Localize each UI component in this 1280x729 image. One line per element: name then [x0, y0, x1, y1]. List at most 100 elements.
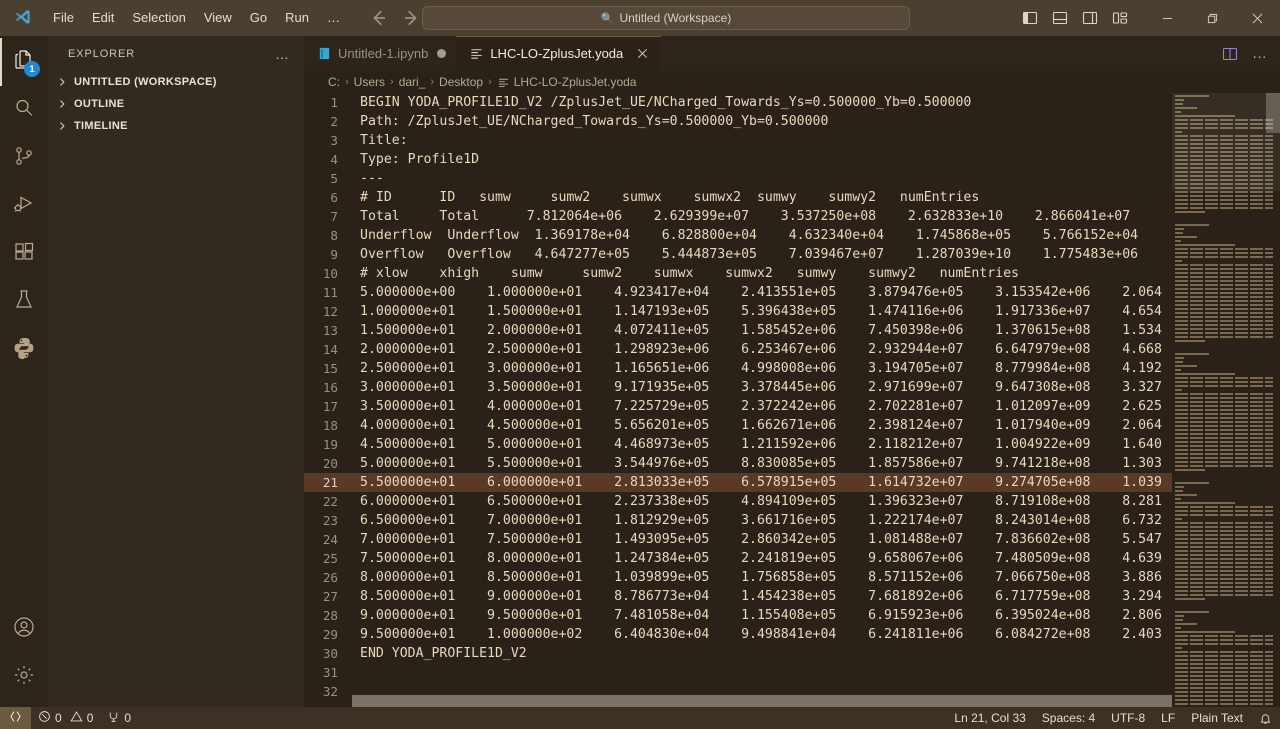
code-line[interactable]: 29 9.500000e+01 1.000000e+02 6.404830e+04… [304, 625, 1172, 644]
minimap-row [1172, 268, 1280, 271]
code-line[interactable]: 27 8.500000e+01 9.000000e+01 8.786773e+04… [304, 587, 1172, 606]
menu-edit[interactable]: Edit [83, 5, 123, 31]
code-line[interactable]: 2 Path: /ZplusJet_UE/NCharged_Towards_Ys=… [304, 112, 1172, 131]
menu-more[interactable]: … [318, 5, 349, 31]
status-cursor-position[interactable]: Ln 21, Col 33 [946, 707, 1033, 729]
horizontal-scrollbar[interactable] [304, 695, 1172, 707]
code-line[interactable]: 20 5.000000e+01 5.500000e+01 3.544976e+05… [304, 454, 1172, 473]
activitybar-item-testing[interactable] [0, 278, 48, 326]
minimap-row [1172, 441, 1280, 444]
code-line[interactable]: 8 Underflow Underflow 1.369178e+04 6.8288… [304, 226, 1172, 245]
code-line[interactable]: 7 Total Total 7.812064e+06 2.629399e+07 3… [304, 207, 1172, 226]
activitybar-item-accounts[interactable] [0, 605, 48, 653]
menu-view[interactable]: View [195, 5, 241, 31]
activitybar-item-search[interactable] [0, 86, 48, 134]
code-line[interactable]: 9 Overflow Overflow 4.647277e+05 5.444873… [304, 245, 1172, 264]
sidebar-item-untitled-workspace[interactable]: UNTITLED (WORKSPACE) [48, 71, 304, 93]
menu-file[interactable]: File [44, 5, 83, 31]
code-line[interactable]: 4 Type: Profile1D [304, 150, 1172, 169]
editor-group: Untitled-1.ipynb LHC-LO-ZplusJet.yoda … … [304, 36, 1280, 707]
code-line[interactable]: 25 7.500000e+01 8.000000e+01 1.247384e+05… [304, 549, 1172, 568]
activitybar-item-extensions[interactable] [0, 230, 48, 278]
remote-window-button[interactable] [0, 707, 31, 729]
code-editor[interactable]: 1 BEGIN YODA_PROFILE1D_V2 /ZplusJet_UE/NC… [304, 93, 1280, 707]
activitybar-item-explorer[interactable]: 1 [0, 38, 48, 86]
status-language-mode[interactable]: Plain Text [1183, 707, 1251, 729]
breadcrumb-item-file[interactable]: LHC-LO-ZplusJet.yoda [497, 75, 636, 89]
bell-icon[interactable] [1251, 707, 1280, 729]
close-icon[interactable] [1235, 0, 1280, 36]
code-line[interactable]: 16 3.000000e+01 3.500000e+01 9.171935e+05… [304, 378, 1172, 397]
minimap-row [1172, 465, 1280, 468]
minimize-icon[interactable] [1145, 0, 1190, 36]
code-line[interactable]: 28 9.000000e+01 9.500000e+01 7.481058e+04… [304, 606, 1172, 625]
vertical-scrollbar-thumb[interactable] [1266, 93, 1280, 133]
status-problems[interactable]: 0 0 [31, 707, 100, 729]
tab-untitled-1-ipynb[interactable]: Untitled-1.ipynb [304, 36, 457, 71]
activitybar-item-run-and-debug[interactable] [0, 182, 48, 230]
activitybar-item-source-control[interactable] [0, 134, 48, 182]
line-text: 2.000000e+01 2.500000e+01 1.298923e+06 6… [360, 342, 1162, 357]
code-line[interactable]: 3 Title: [304, 131, 1172, 150]
menu-selection[interactable]: Selection [123, 5, 194, 31]
close-icon[interactable] [633, 45, 651, 63]
code-line[interactable]: 6 # ID ID sumw sumw2 sumwx sumwx2 sumwy s… [304, 188, 1172, 207]
code-line[interactable]: 17 3.500000e+01 4.000000e+01 7.225729e+05… [304, 397, 1172, 416]
code-line[interactable]: 31 [304, 663, 1172, 682]
restore-icon[interactable] [1190, 0, 1235, 36]
code-line[interactable]: 5 --- [304, 169, 1172, 188]
sidebar-item-outline[interactable]: OUTLINE [48, 93, 304, 115]
minimap-row [1172, 385, 1280, 388]
activitybar-item-python[interactable] [0, 326, 48, 374]
status-encoding[interactable]: UTF-8 [1103, 707, 1153, 729]
arrow-left-icon[interactable] [367, 6, 391, 30]
horizontal-scrollbar-thumb[interactable] [352, 695, 1172, 707]
code-line[interactable]: 24 7.000000e+01 7.500000e+01 1.493095e+05… [304, 530, 1172, 549]
code-line[interactable]: 19 4.500000e+01 5.000000e+01 4.468973e+05… [304, 435, 1172, 454]
toggle-secondary-sidebar-icon[interactable] [1077, 5, 1103, 31]
code-line[interactable]: 15 2.500000e+01 3.000000e+01 1.165651e+06… [304, 359, 1172, 378]
minimap-block [1172, 482, 1280, 601]
code-line[interactable]: 14 2.000000e+01 2.500000e+01 1.298923e+06… [304, 340, 1172, 359]
breadcrumb-item-desktop[interactable]: Desktop [439, 75, 483, 89]
code-line[interactable]: 23 6.500000e+01 7.000000e+01 1.812929e+05… [304, 511, 1172, 530]
minimap-row [1172, 623, 1280, 626]
code-line[interactable]: 18 4.000000e+01 4.500000e+01 5.656201e+05… [304, 416, 1172, 435]
code-line[interactable]: 21 5.500000e+01 6.000000e+01 2.813033e+05… [304, 473, 1172, 492]
minimap[interactable] [1172, 93, 1280, 707]
ellipsis-icon[interactable]: … [269, 46, 296, 62]
customize-layout-icon[interactable] [1107, 5, 1133, 31]
breadcrumb-item-drive[interactable]: C: [328, 75, 340, 89]
status-ports[interactable]: 0 [100, 707, 138, 729]
minimap-row [1172, 558, 1280, 561]
toggle-primary-sidebar-icon[interactable] [1017, 5, 1043, 31]
code-line[interactable]: 22 6.000000e+01 6.500000e+01 2.237338e+05… [304, 492, 1172, 511]
split-editor-right-icon[interactable] [1216, 40, 1244, 68]
minimap-viewport-slider[interactable] [1172, 93, 1280, 191]
line-number: 28 [322, 608, 338, 623]
code-line[interactable]: 26 8.000000e+01 8.500000e+01 1.039899e+05… [304, 568, 1172, 587]
code-line[interactable]: 10 # xlow xhigh sumw sumw2 sumwx sumwx2 s… [304, 264, 1172, 283]
arrow-right-icon[interactable] [399, 6, 423, 30]
minimap-row [1172, 248, 1280, 251]
toggle-panel-icon[interactable] [1047, 5, 1073, 31]
breadcrumb-item-dari[interactable]: dari_ [399, 75, 426, 89]
menu-go[interactable]: Go [241, 5, 276, 31]
code-line[interactable]: 11 5.000000e+00 1.000000e+01 4.923417e+04… [304, 283, 1172, 302]
command-center-search[interactable]: 🔍 Untitled (Workspace) [422, 6, 910, 30]
tab-dirty-indicator[interactable] [437, 49, 447, 58]
menu-run[interactable]: Run [276, 5, 318, 31]
code-line[interactable]: 30 END YODA_PROFILE1D_V2 [304, 644, 1172, 663]
more-actions-icon[interactable]: … [1246, 40, 1274, 68]
breadcrumb-item-users[interactable]: Users [354, 75, 385, 89]
status-indentation[interactable]: Spaces: 4 [1034, 707, 1103, 729]
code-scroll-container[interactable]: 1 BEGIN YODA_PROFILE1D_V2 /ZplusJet_UE/NC… [304, 93, 1172, 707]
tab-lhc-lo-zplusjet-yoda[interactable]: LHC-LO-ZplusJet.yoda [456, 36, 662, 71]
code-line[interactable]: 12 1.000000e+01 1.500000e+01 1.147193e+05… [304, 302, 1172, 321]
sidebar-item-timeline[interactable]: TIMELINE [48, 115, 304, 137]
activitybar-item-settings[interactable] [0, 653, 48, 701]
code-line[interactable]: 13 1.500000e+01 2.000000e+01 4.072411e+05… [304, 321, 1172, 340]
status-eol[interactable]: LF [1153, 707, 1183, 729]
code-line[interactable]: 1 BEGIN YODA_PROFILE1D_V2 /ZplusJet_UE/NC… [304, 93, 1172, 112]
minimap-row [1172, 514, 1280, 517]
